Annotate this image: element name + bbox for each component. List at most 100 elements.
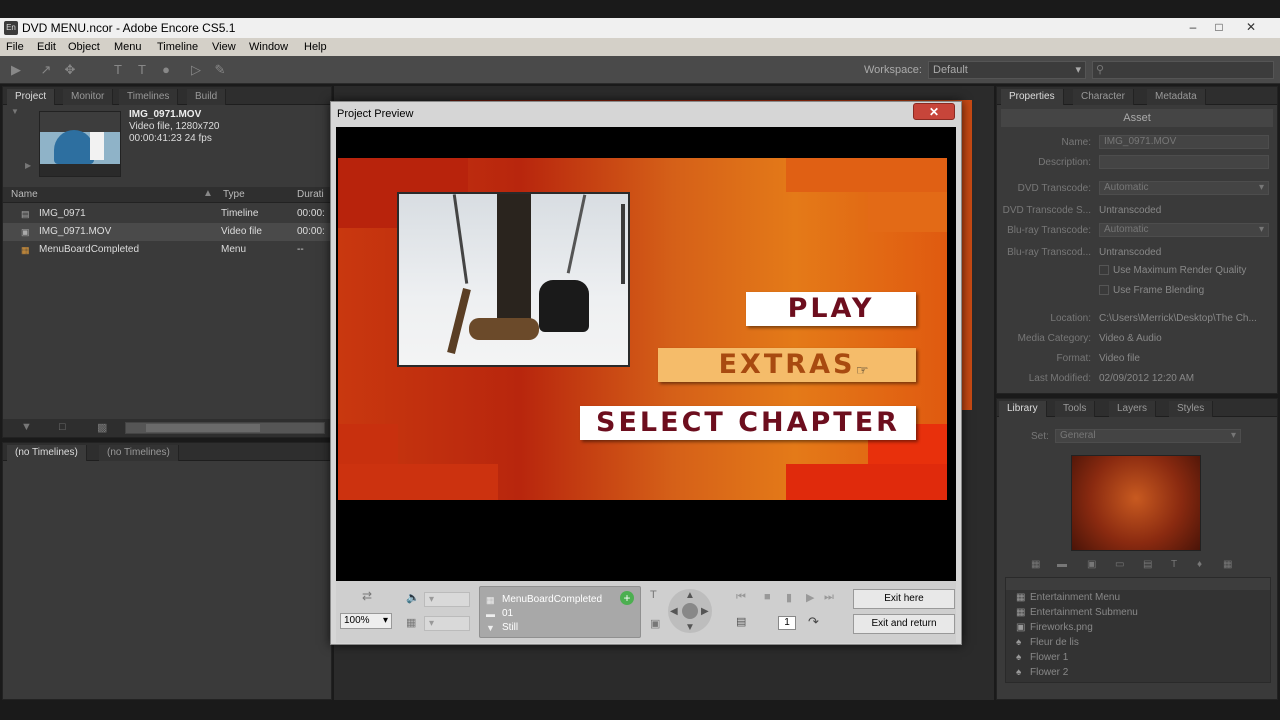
subtitle-track-select[interactable]: ▾ xyxy=(424,616,470,631)
name-label: Name: xyxy=(1061,137,1091,148)
close-window-button[interactable]: ✕ xyxy=(1238,18,1264,36)
button-icon[interactable]: ▬ xyxy=(1057,559,1067,570)
render-icon[interactable]: ▣ xyxy=(650,617,660,630)
project-row[interactable]: ▦ MenuBoardCompleted Menu -- xyxy=(3,241,331,259)
tab-build[interactable]: Build xyxy=(187,89,227,105)
tab-timeline-2[interactable]: (no Timelines) xyxy=(99,445,179,461)
tab-character[interactable]: Character xyxy=(1073,89,1134,105)
tab-styles[interactable]: Styles xyxy=(1169,401,1214,417)
menu-file[interactable]: File xyxy=(6,41,24,53)
frame-blending-checkbox[interactable] xyxy=(1099,285,1109,295)
new-item-icon[interactable]: □ xyxy=(59,421,66,433)
horizontal-scrollbar[interactable] xyxy=(125,422,325,434)
audio-icon[interactable]: 🔈 xyxy=(406,591,420,604)
workspace-select[interactable]: Default ▾ xyxy=(928,61,1086,79)
bluray-transcode-select[interactable]: Automatic ▾ xyxy=(1099,223,1269,237)
list-item[interactable]: ♠ Fleur de lis xyxy=(1016,637,1270,652)
nav-down-icon[interactable]: ▼ xyxy=(685,622,695,633)
set-select[interactable]: General ▾ xyxy=(1055,429,1241,443)
exit-here-button[interactable]: Exit here xyxy=(853,589,955,609)
menu-icon: ▦ xyxy=(21,245,30,255)
list-item[interactable]: ♠ Flower 1 xyxy=(1016,652,1270,667)
shape-icon: ♠ xyxy=(1016,652,1022,663)
text-tool-icon[interactable]: T xyxy=(110,62,126,78)
list-item[interactable]: ♠ Flower 2 xyxy=(1016,667,1270,682)
tab-timeline-1[interactable]: (no Timelines) xyxy=(7,445,87,461)
vertical-text-tool-icon[interactable]: T xyxy=(134,62,150,78)
nav-left-icon[interactable]: ◀ xyxy=(670,606,678,617)
audio-track-select[interactable]: ▾ xyxy=(424,592,470,607)
layer-icon[interactable]: ▭ xyxy=(1115,559,1124,570)
subtitle-icon[interactable]: ▦ xyxy=(406,616,416,629)
text-icon[interactable]: T xyxy=(1171,559,1177,570)
menu-object[interactable]: Object xyxy=(68,41,100,53)
menu-icon[interactable]: ▦ xyxy=(1031,559,1040,570)
tab-metadata[interactable]: Metadata xyxy=(1147,89,1206,105)
play-button[interactable]: PLAY xyxy=(746,292,916,326)
add-icon[interactable]: + xyxy=(620,591,634,605)
tab-timelines[interactable]: Timelines xyxy=(119,89,179,105)
nav-enter-button[interactable] xyxy=(682,603,698,619)
dialog-close-button[interactable]: ✕ xyxy=(913,103,955,120)
navigation-pad[interactable]: ▲ ▼ ◀ ▶ xyxy=(668,589,712,633)
shape-icon[interactable]: ♦ xyxy=(1197,559,1202,570)
extras-button[interactable]: EXTRAS xyxy=(658,348,916,382)
tab-tools[interactable]: Tools xyxy=(1055,401,1096,417)
menu-remote-icon[interactable]: ⇄ xyxy=(362,589,372,603)
direct-select-tool-icon[interactable]: ↗ xyxy=(38,62,54,78)
select-chapter-button[interactable]: SELECT CHAPTER xyxy=(580,406,916,440)
tab-monitor[interactable]: Monitor xyxy=(63,89,114,105)
pause-icon[interactable]: ▮ xyxy=(786,591,792,604)
menu-view[interactable]: View xyxy=(212,41,236,53)
minimize-button[interactable]: – xyxy=(1180,18,1206,36)
replace-icon[interactable]: ▦ xyxy=(1223,559,1232,570)
play-icon[interactable]: ▶ xyxy=(806,591,814,604)
column-type[interactable]: Type xyxy=(223,189,245,200)
zoom-select[interactable]: 100% ▾ xyxy=(340,613,392,629)
project-column-header: Name ▲ Type Durati xyxy=(3,187,331,203)
preview-tool-icon[interactable]: ▷ xyxy=(188,62,204,78)
fullscreen-icon[interactable]: ▤ xyxy=(736,615,746,628)
image-icon[interactable]: ▣ xyxy=(1087,559,1096,570)
selection-tool-icon[interactable]: ▶ xyxy=(8,62,24,78)
tab-layers[interactable]: Layers xyxy=(1109,401,1157,417)
menu-help[interactable]: Help xyxy=(304,41,327,53)
search-input[interactable]: ⚲ xyxy=(1092,61,1274,79)
nav-up-icon[interactable]: ▲ xyxy=(685,590,695,601)
title-icon[interactable]: T xyxy=(650,589,657,601)
filter-icon[interactable]: ▼ xyxy=(21,421,32,433)
project-row[interactable]: ▤ IMG_0971 Timeline 00:00: xyxy=(3,205,331,223)
collapse-arrow-icon[interactable]: ▼ xyxy=(11,107,19,116)
exit-and-return-button[interactable]: Exit and return xyxy=(853,614,955,634)
move-tool-icon[interactable]: ✥ xyxy=(62,62,78,78)
list-item[interactable]: ▦ Entertainment Menu xyxy=(1016,592,1270,607)
jump-arrow-icon[interactable]: ↷ xyxy=(808,614,819,630)
column-name[interactable]: Name xyxy=(11,189,38,200)
edit-tool-icon[interactable]: ✎ xyxy=(212,62,228,78)
previous-chapter-icon[interactable]: ⏮ xyxy=(736,591,746,604)
chapter-number-field[interactable]: 1 xyxy=(778,616,796,630)
play-icon[interactable]: ▶ xyxy=(25,161,31,170)
max-render-checkbox[interactable] xyxy=(1099,265,1109,275)
name-field[interactable]: IMG_0971.MOV xyxy=(1099,135,1269,149)
folder-icon[interactable]: ▤ xyxy=(1143,559,1152,570)
description-field[interactable] xyxy=(1099,155,1269,169)
menu-menu[interactable]: Menu xyxy=(114,41,142,53)
tab-properties[interactable]: Properties xyxy=(1001,89,1064,105)
tab-library[interactable]: Library xyxy=(999,401,1047,417)
zoom-tool-icon[interactable]: ● xyxy=(158,62,174,78)
menu-edit[interactable]: Edit xyxy=(37,41,56,53)
list-item[interactable]: ▦ Entertainment Submenu xyxy=(1016,607,1270,622)
project-row[interactable]: ▣ IMG_0971.MOV Video file 00:00: xyxy=(3,223,331,241)
list-item[interactable]: ▣ Fireworks.png xyxy=(1016,622,1270,637)
column-duration[interactable]: Durati xyxy=(297,189,324,200)
dvd-transcode-select[interactable]: Automatic ▾ xyxy=(1099,181,1269,195)
stop-icon[interactable]: ■ xyxy=(764,591,771,603)
menu-window[interactable]: Window xyxy=(249,41,288,53)
maximize-button[interactable]: □ xyxy=(1206,18,1232,36)
next-chapter-icon[interactable]: ⏭ xyxy=(824,591,834,604)
trash-icon[interactable]: ▩ xyxy=(97,421,107,434)
tab-project[interactable]: Project xyxy=(7,89,56,105)
nav-right-icon[interactable]: ▶ xyxy=(701,606,709,617)
menu-timeline[interactable]: Timeline xyxy=(157,41,198,53)
